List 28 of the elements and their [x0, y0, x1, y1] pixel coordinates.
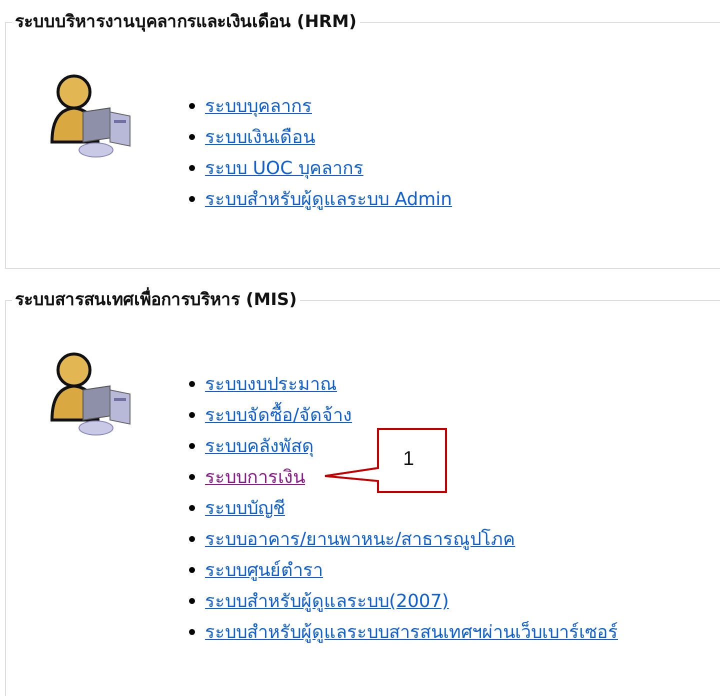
bullet — [189, 196, 195, 202]
callout-number: 1 — [403, 448, 414, 471]
bullet — [189, 102, 195, 108]
bullet — [189, 504, 195, 510]
bullet — [189, 134, 195, 140]
bullet — [189, 536, 195, 542]
system-link[interactable]: ระบบเงินเดือน — [205, 122, 315, 151]
system-link[interactable]: ระบบศูนย์ตำรา — [205, 555, 323, 584]
bullet — [189, 474, 195, 480]
bullet — [189, 380, 195, 386]
system-link[interactable]: ระบบสำหรับผู้ดูแลระบบสารสนเทศฯผ่านเว็บเบาร์เซอร์ — [205, 617, 618, 646]
system-link[interactable]: ระบบการเงิน — [205, 462, 305, 491]
system-link[interactable]: ระบบคลังพัสดุ — [205, 431, 314, 460]
system-link[interactable]: ระบบงบประมาณ — [205, 369, 337, 398]
system-link[interactable]: ระบบสำหรับผู้ดูแลระบบ Admin — [205, 184, 452, 213]
bullet — [189, 566, 195, 572]
system-link[interactable]: ระบบบุคลากร — [205, 91, 312, 120]
system-link[interactable]: ระบบ UOC บุคลากร — [205, 153, 364, 182]
system-link[interactable]: ระบบจัดซื้อ/จัดจ้าง — [205, 400, 352, 429]
bullet — [189, 164, 195, 170]
bullet — [189, 442, 195, 448]
bullet — [189, 598, 195, 604]
system-link[interactable]: ระบบอาคาร/ยานพาหนะ/สาธารณูปโภค — [205, 524, 516, 553]
system-link[interactable]: ระบบบัญชี — [205, 493, 285, 522]
system-link[interactable]: ระบบสำหรับผู้ดูแลระบบ(2007) — [205, 586, 449, 615]
bullet — [189, 412, 195, 418]
section-title: ระบบบริหารงานบุคลากรและเงินเดือน (HRM) — [12, 11, 360, 33]
bullet — [189, 628, 195, 634]
